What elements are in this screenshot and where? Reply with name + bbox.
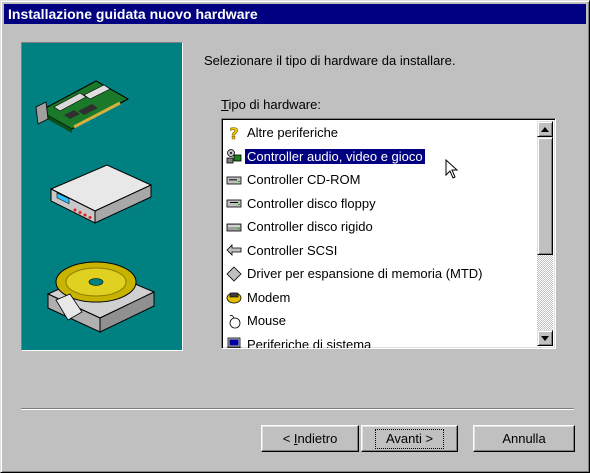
scsi-icon [226,242,242,258]
list-item[interactable]: Driver per espansione di memoria (MTD) [224,262,537,286]
list-item-label: Periferiche di sistema [247,336,372,349]
button-separator [21,408,574,410]
cancel-button-label: Annulla [502,431,546,446]
hardware-type-listbox[interactable]: ? Altre periferiche Controller audio, vide… [221,118,556,349]
vertical-scrollbar[interactable] [537,121,553,346]
computer-icon [226,336,242,348]
floppy-drive-icon [226,195,242,211]
question-mark-icon: ? [226,123,242,143]
list-item-label: Controller SCSI [247,242,338,258]
list-item[interactable]: Controller SCSI [224,239,537,263]
scroll-up-button[interactable] [537,121,553,137]
list-item-label: Controller disco rigido [247,219,373,235]
arrow-up-icon [541,126,549,132]
back-button-prefix: < [282,431,294,446]
hard-disk-icon [226,219,242,235]
cd-drive-icon [46,261,156,333]
list-item-label: Modem [247,289,291,305]
list-item-label: Driver per espansione di memoria (MTD) [247,266,483,282]
list-item[interactable]: Periferiche di sistema [224,333,537,349]
scroll-down-button[interactable] [537,330,553,346]
list-item[interactable]: Mouse [224,309,537,333]
list-item[interactable]: Modem [224,286,537,310]
hardware-illustration-panel [21,42,183,351]
next-button[interactable]: Avanti > [361,425,458,452]
audio-video-icon [226,148,242,164]
hardware-type-list: ? Altre periferiche Controller audio, vide… [224,121,537,349]
back-button-label: ndietro [297,431,338,446]
list-item[interactable]: ? Altre periferiche [224,121,537,145]
wizard-window: Installazione guidata nuovo hardware Sel… [0,0,590,473]
expansion-card-icon [35,80,130,133]
external-modem-icon [49,164,153,224]
list-item[interactable]: Controller disco floppy [224,192,537,216]
list-item-label: Mouse [247,313,287,329]
list-item[interactable]: Controller CD-ROM [224,168,537,192]
list-item-label: Controller audio, video e gioco [245,148,425,164]
instruction-text: Selezionare il tipo di hardware da insta… [204,53,456,68]
hardware-type-label: Tipo di hardware: [221,97,321,112]
hardware-type-label-text: ipo di hardware: [228,97,321,112]
cancel-button[interactable]: Annulla [473,425,575,452]
scrollbar-thumb[interactable] [537,137,553,255]
next-button-label: Avanti > [374,428,445,449]
list-item[interactable]: Controller disco rigido [224,215,537,239]
mouse-pointer-icon [445,159,459,179]
mouse-icon [226,313,242,329]
list-item-label: Controller disco floppy [247,195,376,211]
cdrom-drive-icon [226,172,242,188]
list-item-label: Altre periferiche [247,125,339,141]
list-item[interactable]: Controller audio, video e gioco [224,145,537,169]
arrow-down-icon [541,335,549,341]
title-bar[interactable]: Installazione guidata nuovo hardware [4,4,586,24]
memory-card-icon [226,266,242,282]
back-button[interactable]: < Indietro [261,425,359,452]
svg-text:?: ? [229,125,238,141]
modem-icon [226,289,242,305]
list-item-label: Controller CD-ROM [247,172,361,188]
window-title: Installazione guidata nuovo hardware [8,6,258,22]
